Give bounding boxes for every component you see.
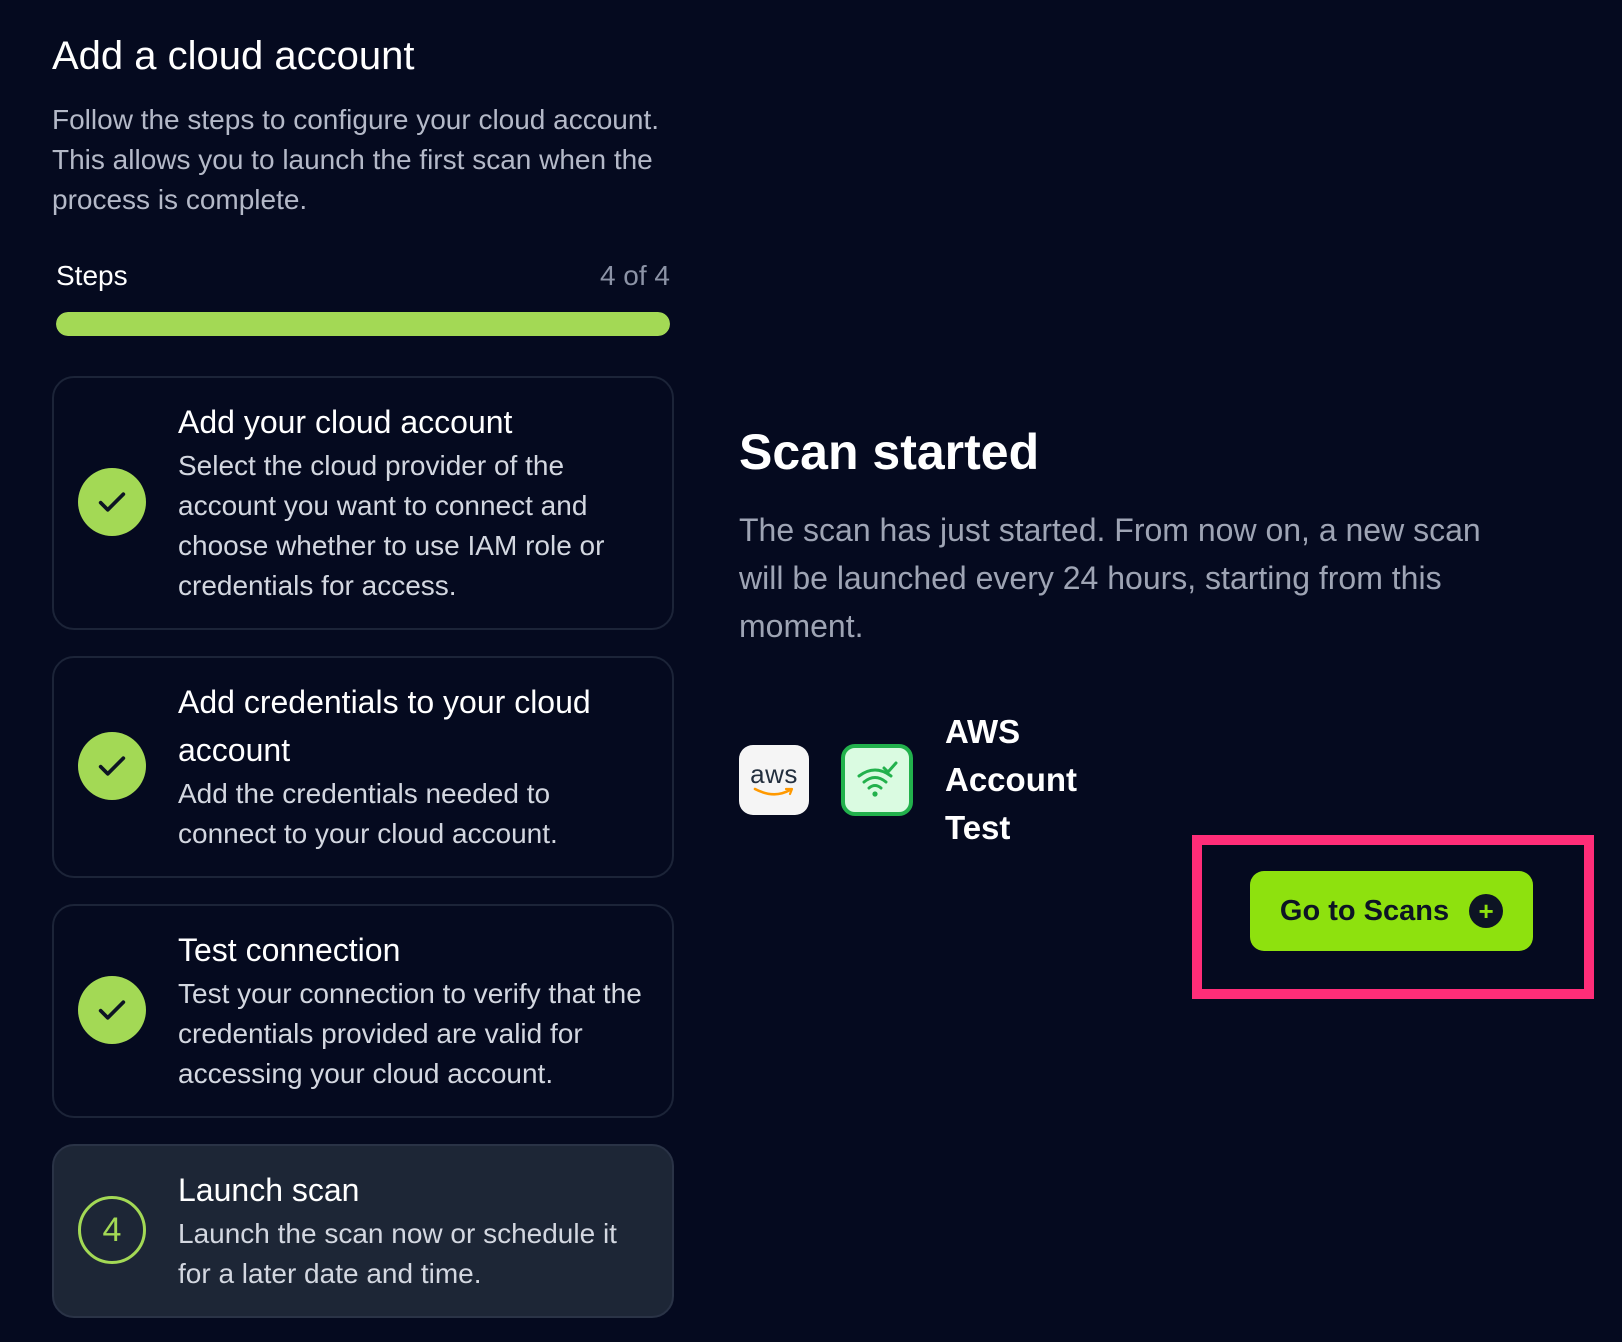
check-icon (98, 756, 126, 776)
step-number-marker: 4 (78, 1196, 146, 1264)
step-text: Add your cloud account Select the cloud … (178, 398, 646, 606)
go-to-scans-label: Go to Scans (1279, 894, 1450, 927)
step-card-add-account[interactable]: Add your cloud account Select the cloud … (52, 376, 674, 630)
plus-circle-icon: + (1469, 894, 1504, 928)
steps-panel: Add a cloud account Follow the steps to … (52, 28, 674, 1318)
check-icon (98, 1000, 126, 1020)
step-text: Add credentials to your cloud account Ad… (178, 678, 646, 854)
step-card-test-connection[interactable]: Test connection Test your connection to … (52, 904, 674, 1118)
progress-bar (56, 312, 670, 336)
check-icon (98, 492, 126, 512)
account-name: AWS Account Test (945, 713, 1077, 846)
progress-fill (56, 312, 670, 336)
wifi-check-icon (841, 744, 913, 816)
step-description: Add the credentials needed to connect to… (178, 778, 558, 849)
step-description: Launch the scan now or schedule it for a… (178, 1218, 617, 1289)
step-title: Add credentials to your cloud account (178, 684, 591, 768)
account-summary: aws AWS Account Test (739, 708, 1539, 852)
step-complete-marker (78, 976, 146, 1044)
add-cloud-account-page: Add a cloud account Follow the steps to … (0, 0, 1622, 1342)
result-description: The scan has just started. From now on, … (739, 512, 1481, 644)
step-text: Launch scan Launch the scan now or sched… (178, 1166, 646, 1294)
step-title: Test connection (178, 932, 401, 968)
step-list: Add your cloud account Select the cloud … (52, 376, 674, 1318)
step-description: Test your connection to verify that the … (178, 978, 642, 1089)
steps-header: Steps 4 of 4 (52, 260, 674, 292)
steps-label: Steps (56, 260, 128, 291)
page-subtitle: Follow the steps to configure your cloud… (52, 104, 660, 215)
step-text: Test connection Test your connection to … (178, 926, 646, 1094)
result-panel: Scan started The scan has just started. … (739, 420, 1539, 852)
step-complete-marker (78, 732, 146, 800)
step-title: Add your cloud account (178, 404, 513, 440)
step-complete-marker (78, 468, 146, 536)
aws-logo-icon: aws (739, 745, 809, 815)
step-card-add-credentials[interactable]: Add credentials to your cloud account Ad… (52, 656, 674, 878)
step-description: Select the cloud provider of the account… (178, 450, 605, 601)
steps-count: 4 of 4 (599, 260, 670, 291)
aws-logo-text: aws (750, 759, 798, 789)
step-title: Launch scan (178, 1172, 360, 1208)
result-title: Scan started (739, 424, 1040, 480)
step-card-launch-scan[interactable]: 4 Launch scan Launch the scan now or sch… (52, 1144, 674, 1318)
aws-smile-icon (753, 787, 794, 796)
page-title: Add a cloud account (52, 34, 415, 78)
go-to-scans-button[interactable]: Go to Scans + (1250, 871, 1533, 951)
